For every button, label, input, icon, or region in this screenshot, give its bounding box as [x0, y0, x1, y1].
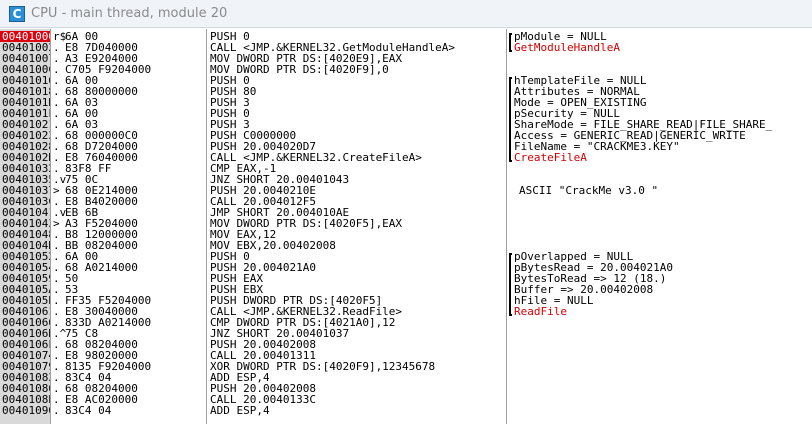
argument-bracket [509, 253, 512, 316]
comment-cell[interactable]: ReadFile [514, 306, 567, 317]
comment-cell[interactable]: ASCII "CrackMe v3.0 " [519, 185, 658, 196]
hex-cell[interactable]: . 83C4 04 [51, 405, 207, 416]
opcode-bytes: 83C4 04 [65, 404, 112, 417]
disassembly-column[interactable]: PUSH 0 CALL <JMP.&KERNEL32.GetModuleHandl… [206, 29, 507, 424]
argument-bracket [509, 33, 512, 52]
title-bar: C CPU - main thread, module 20 [0, 0, 812, 28]
window-title: CPU - main thread, module 20 [31, 6, 228, 21]
instruction-cell[interactable]: ADD ESP,4 [210, 405, 270, 416]
comment-column[interactable]: pModule = NULL GetModuleHandleA hTemplateF… [506, 29, 812, 424]
comment-cell[interactable]: CreateFileA [514, 152, 587, 163]
jump-arrow-marker: . [53, 404, 60, 417]
cpu-window-icon: C [9, 6, 25, 22]
address-cell[interactable]: 00401090 [2, 405, 50, 416]
argument-bracket [509, 77, 512, 162]
address-column[interactable]: 00401000 00401002 00401007 0040100C 00401016… [0, 29, 50, 424]
comment-cell[interactable]: GetModuleHandleA [514, 42, 620, 53]
hex-dump-column[interactable]: r$ 6A 00. E8 7D040000. A3 E9204000. C705 F92… [50, 29, 207, 424]
